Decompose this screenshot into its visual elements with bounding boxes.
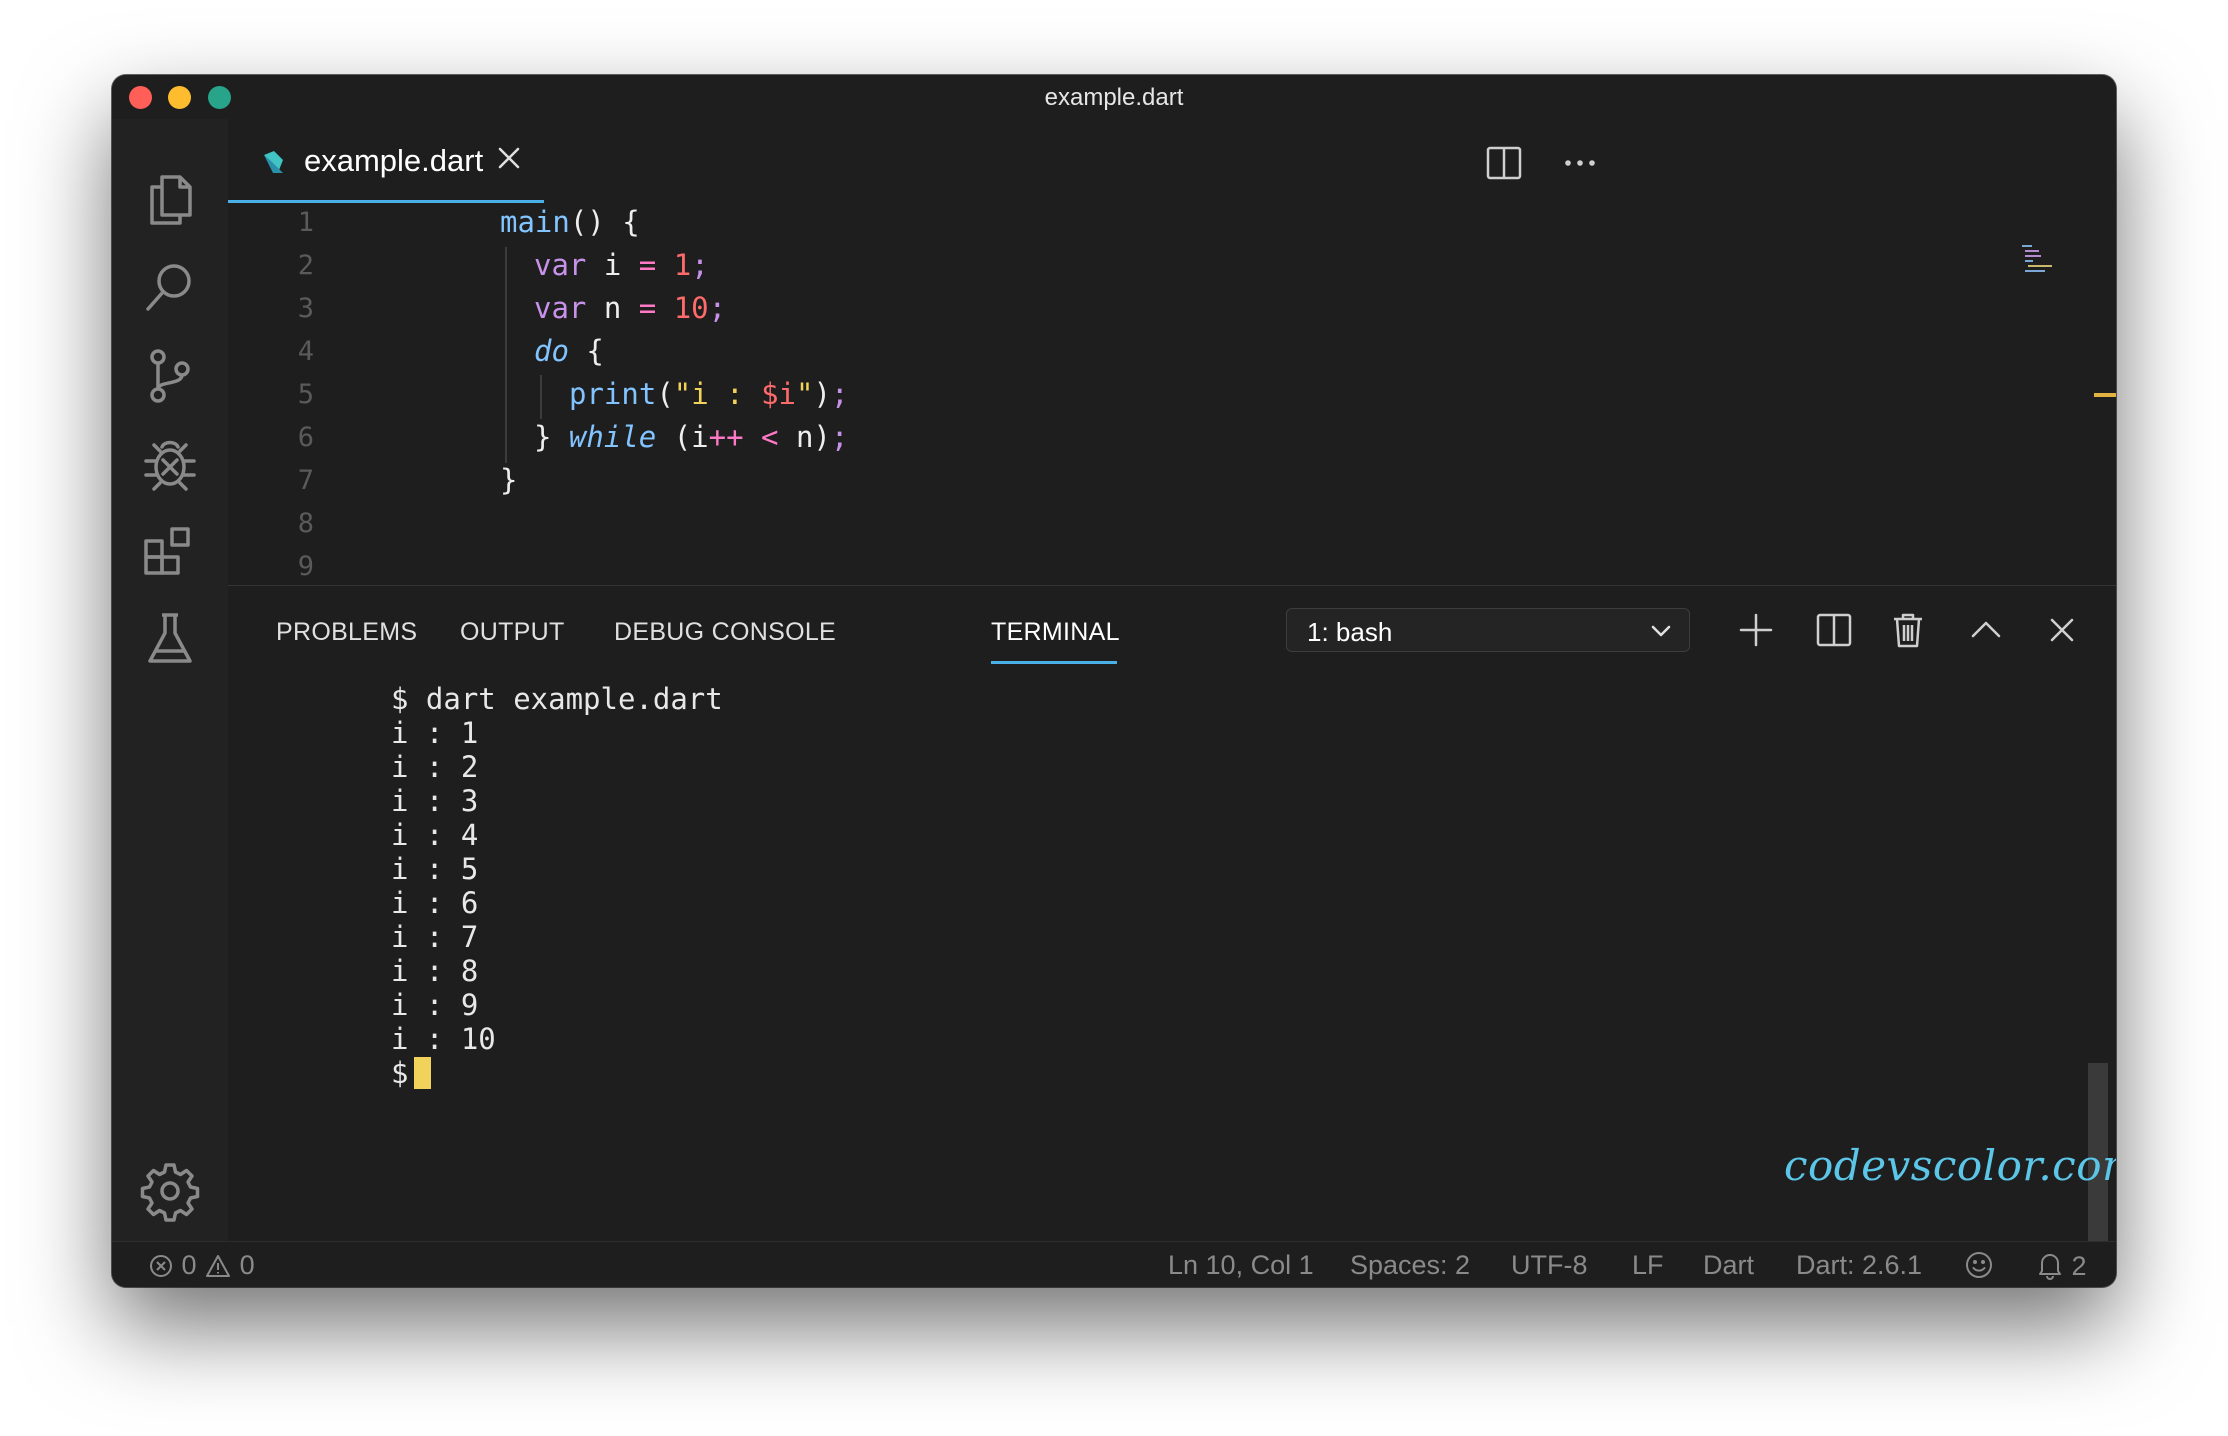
scrollbar-marker [2094,393,2116,397]
line-number: 8 [297,508,314,539]
tab-problems[interactable]: PROBLEMS [276,618,417,647]
tab-terminal[interactable]: TERMINAL [991,618,1120,647]
trash-icon[interactable] [1886,608,1930,652]
chevron-down-icon [1647,617,1675,645]
problems-status[interactable]: 0 0 [148,1250,255,1281]
terminal-select-value: 1: bash [1307,617,1393,647]
terminal-output[interactable]: $ dart example.dart i : 1 i : 2 i : 3 i … [391,682,1991,1090]
terminal-line: i : 2 [391,750,479,784]
encoding[interactable]: UTF-8 [1511,1250,1588,1281]
debug-icon[interactable] [138,431,202,495]
indentation[interactable]: Spaces: 2 [1350,1250,1470,1281]
terminal-line: i : 1 [391,716,479,750]
editor-area: example.dart 1 2 3 4 5 6 7 8 9 main() {… [228,119,2116,585]
new-terminal-icon[interactable] [1734,608,1778,652]
code-line-2: var i = 1; [534,248,709,282]
line-number: 5 [297,379,314,410]
terminal-prompt: $ [391,1056,409,1090]
line-number: 7 [297,465,314,496]
terminal-line: i : 8 [391,954,479,988]
window-title: example.dart [1044,84,1184,111]
activity-bar [112,119,229,1241]
dart-sdk-version[interactable]: Dart: 2.6.1 [1796,1250,1922,1281]
end-of-line[interactable]: LF [1632,1250,1664,1281]
terminal-select[interactable]: 1: bash [1286,608,1690,652]
testing-flask-icon[interactable] [138,607,202,671]
close-icon[interactable] [494,143,524,173]
editor-tab-example-dart[interactable]: example.dart [228,119,544,203]
title-bar: example.dart [112,75,2116,120]
line-number: 6 [297,422,314,453]
code-line-6: } while (i++ < n); [534,420,849,454]
code-editor[interactable]: 1 2 3 4 5 6 7 8 9 main() { var i = 1; va… [228,203,2116,585]
terminal-cursor [414,1057,432,1089]
vscode-window: example.dart example.dart 1 2 3 4 5 6 7 … [112,75,2116,1287]
terminal-line: i : 9 [391,988,479,1022]
indent-guide [505,247,507,463]
split-terminal-icon[interactable] [1812,608,1856,652]
search-icon[interactable] [138,255,202,319]
files-icon[interactable] [138,167,202,231]
dart-file-icon [258,147,288,177]
code-line-7: } [500,463,518,497]
minimap[interactable] [2020,243,2060,273]
line-number: 2 [297,250,314,281]
tab-label: example.dart [304,143,484,178]
code-line-3: var n = 10; [534,291,727,325]
warning-count: 0 [239,1250,255,1280]
status-bar: 0 0 Ln 10, Col 1 Spaces: 2 UTF-8 LF Dart… [112,1241,2116,1287]
line-number: 1 [297,207,314,238]
line-number: 9 [297,551,314,582]
settings-gear-icon[interactable] [138,1159,202,1223]
terminal-line: i : 4 [391,818,479,852]
close-panel-icon[interactable] [2040,608,2084,652]
more-actions-icon[interactable] [1558,141,1602,185]
terminal-line: i : 10 [391,1022,496,1056]
terminal-line: i : 7 [391,920,479,954]
tab-debug-console[interactable]: DEBUG CONSOLE [614,618,836,647]
tab-output[interactable]: OUTPUT [460,618,565,647]
line-number: 4 [297,336,314,367]
bell-icon [2039,1254,2061,1280]
line-number: 3 [297,293,314,324]
terminal-line: i : 3 [391,784,479,818]
cursor-position[interactable]: Ln 10, Col 1 [1168,1250,1314,1281]
terminal-line: i : 6 [391,886,479,920]
feedback-smiley-icon[interactable] [1964,1250,1994,1282]
maximize-panel-icon[interactable] [1964,608,2008,652]
notifications[interactable]: 2 [2036,1250,2087,1282]
error-count: 0 [181,1250,197,1280]
extensions-icon[interactable] [138,519,202,583]
terminal-line: $ dart example.dart [391,682,723,716]
watermark: codevscolor.com [1784,1141,2116,1190]
code-line-1: main() { [500,205,640,239]
active-tab-indicator [991,661,1117,664]
language-mode[interactable]: Dart [1703,1250,1754,1281]
terminal-line: i : 5 [391,852,479,886]
code-line-5: print("i : $i"); [569,377,849,411]
split-editor-icon[interactable] [1482,141,1526,185]
error-icon [150,1255,172,1277]
indent-guide [540,375,542,419]
source-control-icon[interactable] [138,343,202,407]
code-line-4: do { [534,334,604,368]
warning-icon [206,1255,231,1277]
terminal-prompt-line: $ [391,1056,1991,1090]
notification-count: 2 [2071,1251,2087,1281]
